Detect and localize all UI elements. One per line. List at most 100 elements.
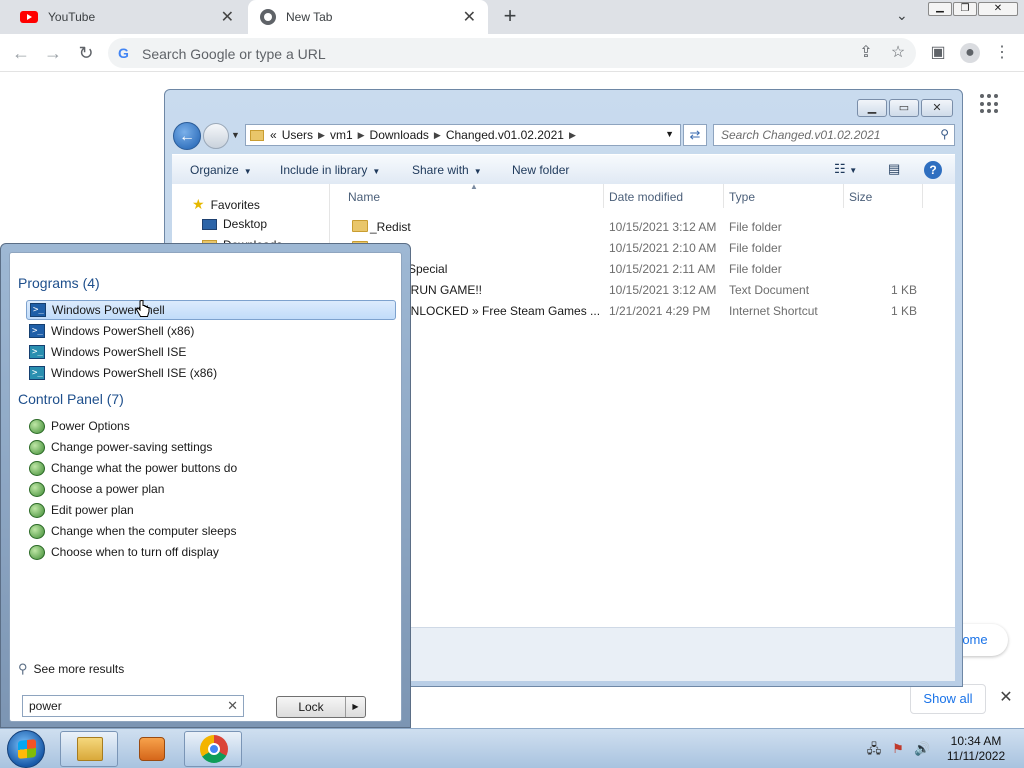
- forward-arrow-icon[interactable]: [203, 123, 229, 149]
- taskbar-media-player[interactable]: [122, 731, 180, 767]
- new-folder-button[interactable]: New folder: [512, 163, 569, 177]
- address-bar[interactable]: « Users ▶ vm1 ▶ Downloads ▶ Changed.v01.02.…: [245, 124, 681, 146]
- nav-desktop[interactable]: Desktop: [202, 217, 267, 231]
- breadcrumb-item[interactable]: Changed.v01.02.2021: [446, 128, 564, 142]
- breadcrumb-item[interactable]: vm1: [330, 128, 353, 142]
- close-download-bar-icon[interactable]: ✕: [996, 688, 1016, 708]
- chevron-right-icon[interactable]: ▶: [318, 130, 325, 141]
- share-with-menu[interactable]: Share with ▼: [412, 163, 482, 177]
- column-name[interactable]: Name: [348, 190, 380, 204]
- window-restore-button[interactable]: ❐: [953, 2, 977, 16]
- start-button[interactable]: [7, 730, 45, 768]
- result-power-options[interactable]: Power Options: [26, 416, 396, 436]
- share-icon[interactable]: ⇪: [856, 43, 876, 63]
- control-panel-header[interactable]: Control Panel (7): [18, 391, 124, 407]
- file-row[interactable]: d Special 10/15/2021 2:11 AM File folder: [338, 258, 955, 279]
- folder-icon: [250, 129, 264, 141]
- result-windows-powershell[interactable]: >_ Windows PowerShell: [26, 300, 396, 320]
- window-minimize-button[interactable]: ▁: [928, 2, 952, 16]
- see-more-label: See more results: [33, 662, 125, 676]
- volume-icon[interactable]: 🔊: [914, 741, 930, 757]
- power-options-icon: [29, 418, 45, 434]
- clock[interactable]: 10:34 AM 11/11/2022: [938, 734, 1014, 764]
- result-turn-off-display[interactable]: Choose when to turn off display: [26, 542, 396, 562]
- programs-header[interactable]: Programs (4): [18, 275, 100, 291]
- nav-favorites[interactable]: ★ Favorites: [192, 196, 260, 213]
- recent-pages-dropdown-icon[interactable]: ▼: [231, 130, 240, 140]
- show-all-downloads-button[interactable]: Show all: [910, 684, 986, 714]
- file-row[interactable]: d 10/15/2021 2:10 AM File folder: [338, 237, 955, 258]
- tab-search-icon[interactable]: ⌄: [896, 7, 908, 24]
- network-icon[interactable]: 🖧: [866, 741, 882, 757]
- result-label: Change what the power buttons do: [51, 461, 238, 475]
- close-tab-icon[interactable]: ✕: [221, 7, 234, 27]
- omnibox[interactable]: G Search Google or type a URL: [108, 38, 916, 68]
- chrome-icon: [200, 735, 228, 763]
- chevron-right-icon[interactable]: ▶: [434, 130, 441, 141]
- see-more-results-link[interactable]: ⚲ See more results: [18, 661, 124, 677]
- new-tab-button[interactable]: +: [498, 4, 522, 28]
- more-menu-icon[interactable]: ⋮: [992, 43, 1012, 63]
- explorer-close-button[interactable]: ✕: [921, 99, 953, 117]
- clear-search-icon[interactable]: ✕: [227, 698, 238, 714]
- powershell-icon: >_: [29, 324, 45, 338]
- result-windows-powershell-x86[interactable]: >_ Windows PowerShell (x86): [26, 321, 396, 341]
- file-row[interactable]: UNLOCKED » Free Steam Games ... 1/21/202…: [338, 300, 955, 321]
- view-options-icon[interactable]: ☷ ▼: [834, 161, 857, 177]
- file-size: 1 KB: [891, 283, 918, 297]
- chevron-right-icon[interactable]: ▶: [358, 130, 365, 141]
- result-label: Change power-saving settings: [51, 440, 213, 454]
- clock-date: 11/11/2022: [946, 749, 1006, 763]
- explorer-maximize-button[interactable]: ▭: [889, 99, 919, 117]
- explorer-minimize-button[interactable]: ▁: [857, 99, 887, 117]
- reload-icon[interactable]: ↻: [74, 41, 98, 65]
- preview-pane-icon[interactable]: ▤: [888, 161, 900, 177]
- result-power-buttons[interactable]: Change what the power buttons do: [26, 458, 396, 478]
- omnibox-placeholder: Search Google or type a URL: [142, 46, 326, 62]
- side-panel-icon[interactable]: ▣: [928, 43, 948, 63]
- profile-avatar-icon[interactable]: ●: [960, 43, 980, 63]
- column-date[interactable]: Date modified: [609, 190, 683, 204]
- file-row[interactable]: O RUN GAME!! 10/15/2021 3:12 AM Text Doc…: [338, 279, 955, 300]
- result-computer-sleeps[interactable]: Change when the computer sleeps: [26, 521, 396, 541]
- action-center-flag-icon[interactable]: ⚑: [890, 741, 906, 757]
- tab-youtube[interactable]: YouTube ✕: [8, 0, 246, 34]
- address-dropdown-icon[interactable]: ▼: [665, 129, 674, 139]
- back-arrow-icon[interactable]: ←: [173, 122, 201, 150]
- breadcrumb-item[interactable]: Users: [282, 128, 313, 142]
- column-type[interactable]: Type: [729, 190, 755, 204]
- result-windows-powershell-ise-x86[interactable]: >_ Windows PowerShell ISE (x86): [26, 363, 396, 383]
- forward-arrow-icon[interactable]: →: [41, 41, 65, 65]
- powershell-ise-icon: >_: [29, 366, 45, 380]
- power-options-icon: [29, 481, 45, 497]
- result-edit-power-plan[interactable]: Edit power plan: [26, 500, 396, 520]
- search-placeholder: Search Changed.v01.02.2021: [721, 128, 881, 142]
- result-change-power-saving[interactable]: Change power-saving settings: [26, 437, 396, 457]
- include-in-library-menu[interactable]: Include in library ▼: [280, 163, 380, 177]
- taskbar-explorer[interactable]: [60, 731, 118, 767]
- close-tab-icon[interactable]: ✕: [463, 7, 476, 27]
- result-windows-powershell-ise[interactable]: >_ Windows PowerShell ISE: [26, 342, 396, 362]
- explorer-search-input[interactable]: Search Changed.v01.02.2021 ⚲: [713, 124, 955, 146]
- lock-button[interactable]: Lock ▶: [276, 696, 366, 718]
- tab-new-tab[interactable]: New Tab ✕: [248, 0, 488, 34]
- organize-menu[interactable]: Organize ▼: [190, 163, 252, 177]
- column-size[interactable]: Size: [849, 190, 872, 204]
- breadcrumb-item[interactable]: Downloads: [370, 128, 429, 142]
- start-search-input[interactable]: power ✕: [22, 695, 244, 717]
- back-arrow-icon[interactable]: ←: [9, 41, 33, 65]
- taskbar-chrome[interactable]: [184, 731, 242, 767]
- help-icon[interactable]: ?: [924, 161, 942, 179]
- shutdown-options-arrow-icon[interactable]: ▶: [345, 697, 365, 717]
- result-label: Edit power plan: [51, 503, 134, 517]
- breadcrumb-overflow[interactable]: «: [270, 128, 277, 142]
- refresh-icon[interactable]: ⇄: [683, 124, 707, 146]
- bookmark-star-icon[interactable]: ☆: [888, 43, 908, 63]
- result-choose-power-plan[interactable]: Choose a power plan: [26, 479, 396, 499]
- search-icon: ⚲: [18, 661, 28, 676]
- chevron-right-icon[interactable]: ▶: [569, 130, 576, 141]
- apps-grid-icon[interactable]: [980, 94, 1000, 114]
- result-label: Power Options: [51, 419, 130, 433]
- file-row[interactable]: _Redist 10/15/2021 3:12 AM File folder: [338, 216, 955, 237]
- window-close-button[interactable]: ✕: [978, 2, 1018, 16]
